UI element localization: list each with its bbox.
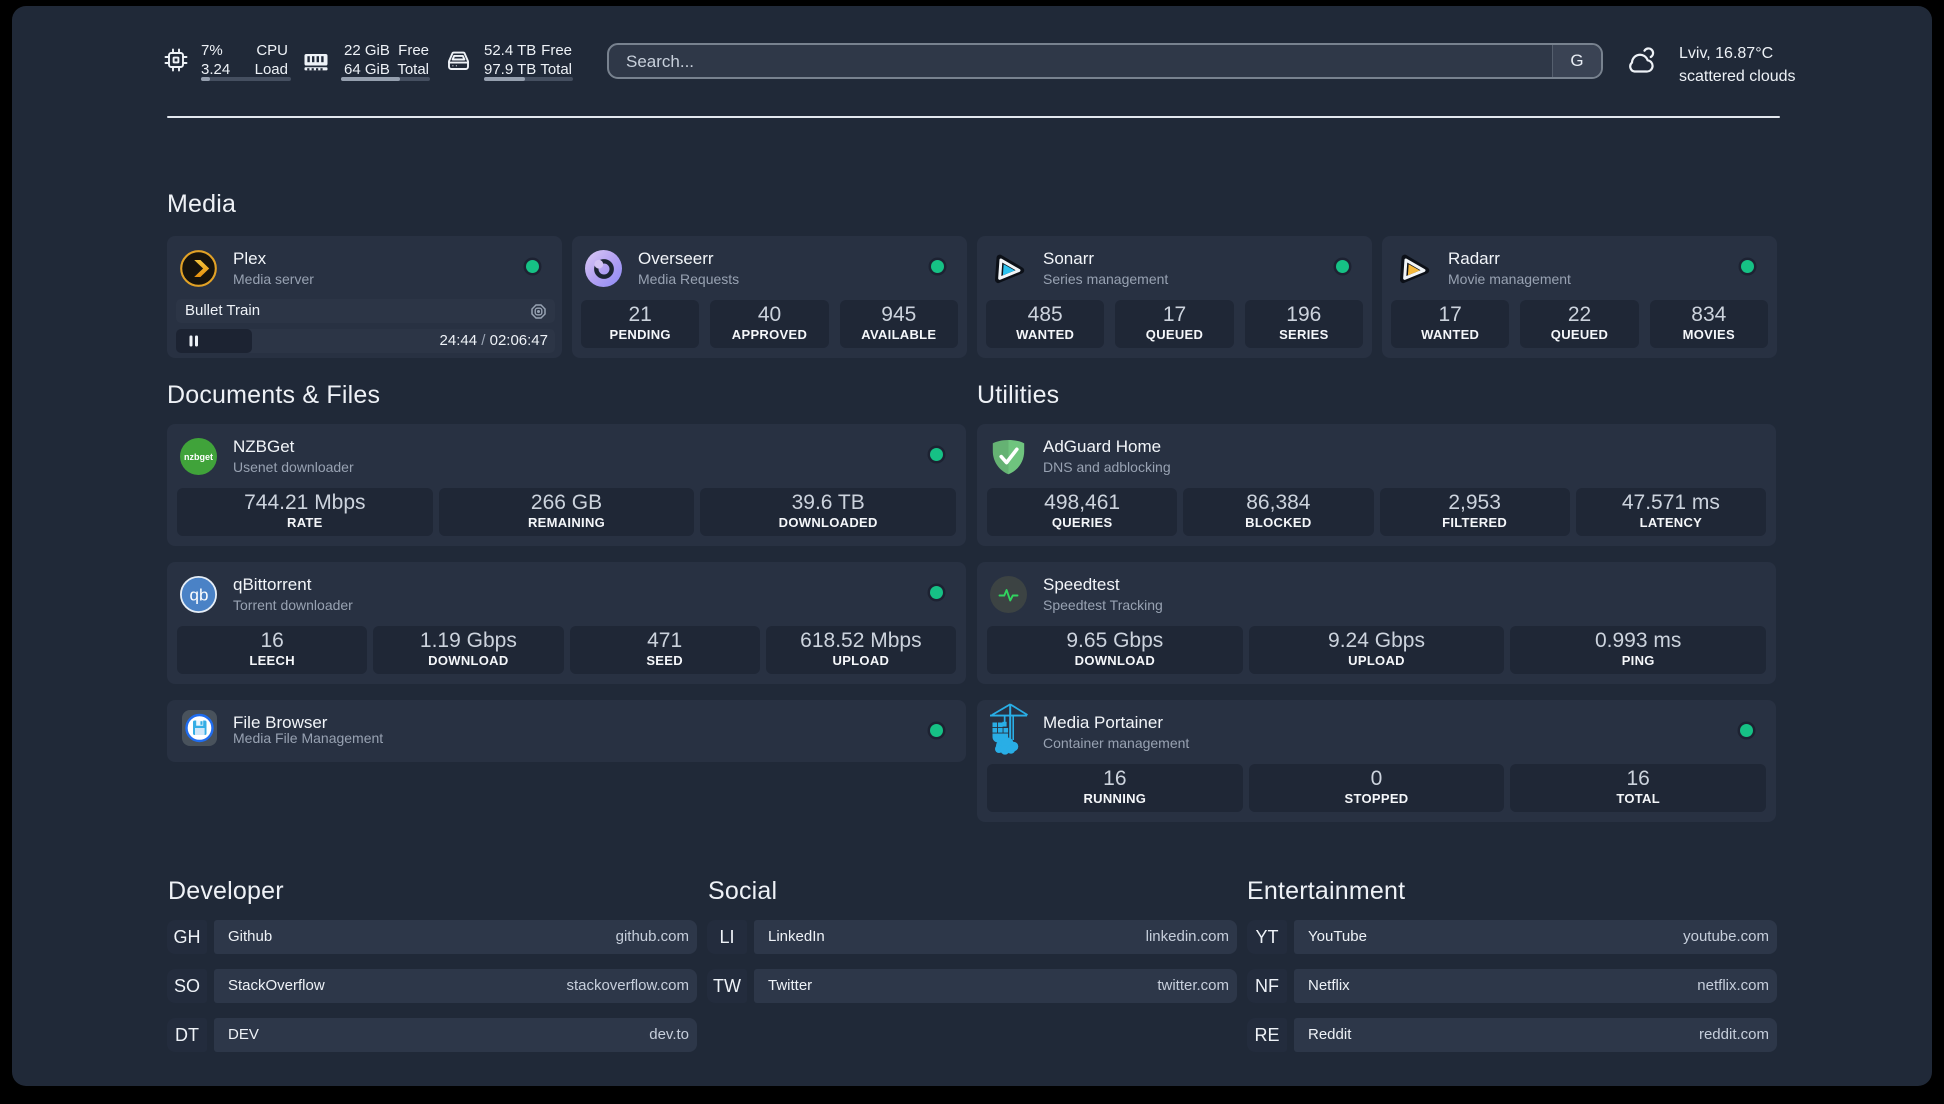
svg-text:qb: qb [190, 586, 209, 605]
svg-text:nzbget: nzbget [184, 452, 213, 462]
